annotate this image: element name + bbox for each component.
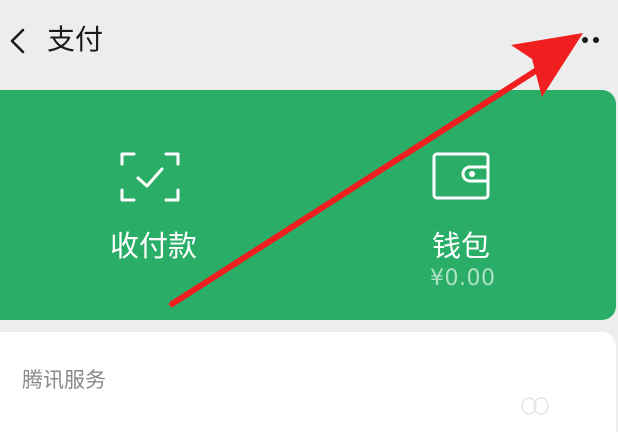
wallet-button[interactable]: 钱包 ¥0.00: [310, 90, 610, 320]
page-title: 支付: [47, 23, 104, 56]
pay-receive-label: 收付款: [110, 229, 198, 263]
top-bar: 支付: [0, 0, 618, 80]
more-button[interactable]: [562, 22, 610, 58]
section-title: 腾讯服务: [22, 368, 106, 392]
payment-card: 收付款 钱包 ¥0.00: [0, 90, 616, 320]
wallet-balance: ¥0.00: [430, 266, 496, 291]
scan-check-icon: [120, 152, 180, 202]
chevron-left-icon: [10, 28, 25, 54]
wallet-label: 钱包: [432, 229, 491, 263]
pay-receive-button[interactable]: 收付款: [0, 90, 300, 320]
back-button[interactable]: [0, 18, 36, 62]
watermark-icon: [521, 397, 549, 415]
wallet-icon: [432, 152, 490, 200]
tencent-services-section: 腾讯服务: [0, 332, 616, 432]
